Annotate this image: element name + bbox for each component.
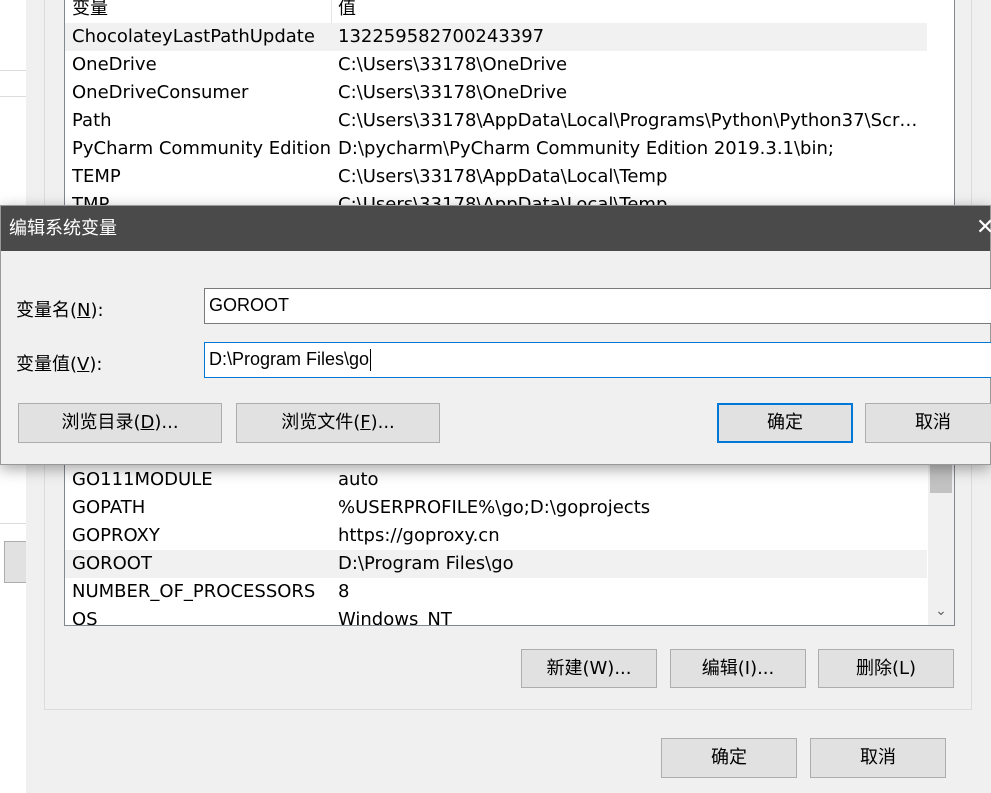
variable-name: TEMP xyxy=(72,166,121,187)
variable-value: %USERPROFILE%\go;D:\goprojects xyxy=(338,497,651,518)
variable-value: auto xyxy=(338,469,379,490)
browse-directory-button[interactable]: 浏览目录(D)... xyxy=(18,403,222,443)
list-item[interactable]: PyCharm Community Edition D:\pycharm\PyC… xyxy=(65,135,927,163)
variable-name: NUMBER_OF_PROCESSORS xyxy=(72,581,316,602)
variable-value: D:\Program Files\go xyxy=(338,553,514,574)
user-variables-list[interactable]: 变量 值 ChocolateyLastPathUpdate 1322595827… xyxy=(64,0,955,210)
variable-name: ChocolateyLastPathUpdate xyxy=(72,26,315,47)
variable-value: 132259582700243397 xyxy=(338,26,545,47)
variable-value-input[interactable]: D:\Program Files\go xyxy=(204,342,991,378)
variable-value: D:\pycharm\PyCharm Community Edition 201… xyxy=(338,138,834,159)
dialog-titlebar[interactable]: 编辑系统变量 ✕ xyxy=(1,206,991,251)
variable-value: C:\Users\33178\OneDrive xyxy=(338,82,568,103)
column-header-value[interactable]: 值 xyxy=(338,0,918,23)
variable-name: OneDriveConsumer xyxy=(72,82,249,103)
column-separator[interactable] xyxy=(331,0,332,23)
browse-file-button[interactable]: 浏览文件(F)... xyxy=(236,403,440,443)
variable-name: GOPATH xyxy=(72,497,146,518)
variable-value-label: 变量值(V): xyxy=(16,354,103,375)
list-header: 变量 值 xyxy=(65,0,927,23)
list-item[interactable]: OneDriveConsumer C:\Users\33178\OneDrive xyxy=(65,79,927,107)
list-item[interactable]: TEMP C:\Users\33178\AppData\Local\Temp xyxy=(65,163,927,191)
variable-name: GO111MODULE xyxy=(72,469,213,490)
cancel-button[interactable]: 取消 xyxy=(810,738,946,778)
list-item[interactable]: GOPATH %USERPROFILE%\go;D:\goprojects xyxy=(65,494,927,522)
variable-value: 8 xyxy=(338,581,350,602)
ok-button[interactable]: 确定 xyxy=(661,738,797,778)
edit-variable-button[interactable]: 编辑(I)... xyxy=(670,649,806,688)
variable-name: Path xyxy=(72,110,112,131)
list-item[interactable]: NUMBER_OF_PROCESSORS 8 xyxy=(65,578,927,606)
variable-name: PyCharm Community Edition xyxy=(72,138,332,159)
variable-name: GOPROXY xyxy=(72,525,160,546)
vertical-scrollbar[interactable]: ⌄ xyxy=(928,463,954,625)
list-item[interactable]: OS Windows_NT xyxy=(65,606,927,626)
column-header-name[interactable]: 变量 xyxy=(72,0,332,23)
divider xyxy=(0,523,26,524)
variable-value: Windows_NT xyxy=(338,609,452,626)
variable-value: https://goproxy.cn xyxy=(338,525,500,546)
close-icon[interactable]: ✕ xyxy=(976,216,991,240)
variable-value: C:\Users\33178\AppData\Local\Temp xyxy=(338,166,668,187)
list-item[interactable]: OneDrive C:\Users\33178\OneDrive xyxy=(65,51,927,79)
variable-name-input[interactable]: GOROOT xyxy=(204,288,991,324)
dialog-title: 编辑系统变量 xyxy=(9,218,117,239)
divider xyxy=(0,96,26,97)
dialog-cancel-button[interactable]: 取消 xyxy=(865,403,991,443)
dialog-ok-button[interactable]: 确定 xyxy=(717,403,853,443)
list-item[interactable]: ChocolateyLastPathUpdate 132259582700243… xyxy=(65,23,927,51)
text-caret xyxy=(370,349,372,372)
list-item-selected[interactable]: GOROOT D:\Program Files\go xyxy=(65,550,927,578)
variable-name: OneDrive xyxy=(72,54,157,75)
list-item[interactable]: GOPROXY https://goproxy.cn xyxy=(65,522,927,550)
scrollbar-thumb[interactable] xyxy=(930,463,952,493)
list-item[interactable]: Path C:\Users\33178\AppData\Local\Progra… xyxy=(65,107,927,135)
variable-name: GOROOT xyxy=(72,553,152,574)
chevron-down-icon[interactable]: ⌄ xyxy=(928,601,954,621)
system-variables-list[interactable]: GO111MODULE auto GOPATH %USERPROFILE%\go… xyxy=(64,462,955,626)
new-variable-button[interactable]: 新建(W)... xyxy=(521,649,657,688)
variable-value: C:\Users\33178\AppData\Local\Programs\Py… xyxy=(338,110,918,131)
list-item[interactable]: GO111MODULE auto xyxy=(65,466,927,494)
divider xyxy=(0,70,26,71)
edit-system-variable-dialog: 编辑系统变量 ✕ 变量名(N): GOROOT 变量值(V): D:\Progr… xyxy=(0,205,991,465)
background-button[interactable] xyxy=(4,541,27,583)
delete-variable-button[interactable]: 删除(L) xyxy=(818,649,954,688)
variable-value: C:\Users\33178\OneDrive xyxy=(338,54,568,75)
variable-name: OS xyxy=(72,609,98,626)
variable-name-label: 变量名(N): xyxy=(16,300,104,321)
